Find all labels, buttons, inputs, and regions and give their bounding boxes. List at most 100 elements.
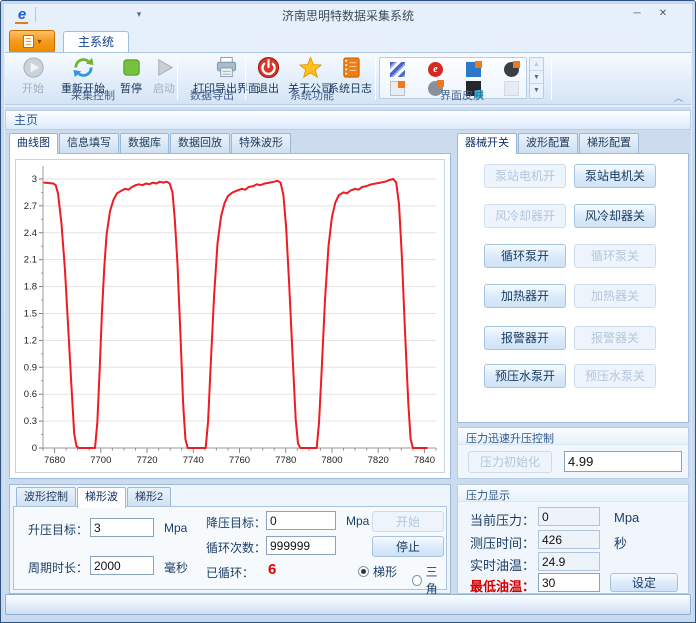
app-menu-arrow-icon: ▾ xyxy=(37,37,41,46)
alarm-on-button[interactable]: 报警器开 xyxy=(484,326,566,350)
period-input[interactable] xyxy=(90,556,154,575)
star-icon xyxy=(299,56,322,79)
group-separator xyxy=(551,58,552,100)
skin-dark-circle-icon[interactable] xyxy=(504,62,519,77)
rise-target-label: 升压目标： xyxy=(28,521,88,538)
tab-database[interactable]: 数据库 xyxy=(120,133,169,153)
play-circle-icon xyxy=(22,56,45,79)
min-oil-temp-input[interactable] xyxy=(538,573,600,592)
circulation-pump-off-button[interactable]: 循环泵关 xyxy=(574,244,656,268)
gallery-down-icon[interactable]: ▼ xyxy=(530,71,543,84)
svg-text:7840: 7840 xyxy=(414,455,435,466)
oil-temp-label: 实时油温： xyxy=(470,555,535,574)
pump-motor-on-button[interactable]: 泵站电机开 xyxy=(484,164,566,188)
prepress-pump-on-button[interactable]: 预压水泵开 xyxy=(484,364,566,388)
main-tabstrip: 曲线图 信息填写 数据库 数据回放 特殊波形 xyxy=(9,133,292,153)
tab-trapezoid-wave[interactable]: 梯形波 xyxy=(77,487,126,508)
oil-temp-value xyxy=(538,552,600,571)
wave-stop-button[interactable]: 停止 xyxy=(372,536,444,557)
radio-triangle[interactable]: 三角 xyxy=(412,563,446,597)
pump-motor-off-button[interactable]: 泵站电机关 xyxy=(574,164,656,188)
current-pressure-unit: Mpa xyxy=(614,510,639,525)
application-menu-button[interactable]: ▾ xyxy=(9,30,55,53)
pressure-display-title: 压力显示 xyxy=(458,485,688,502)
svg-text:7800: 7800 xyxy=(321,455,342,466)
ribbon-collapse-icon[interactable]: ︿ xyxy=(674,91,683,104)
svg-text:0: 0 xyxy=(32,443,37,454)
group-separator xyxy=(375,58,376,100)
skin-stripes-icon[interactable] xyxy=(390,62,405,77)
minimize-button[interactable]: ─ xyxy=(627,5,647,22)
tab-data-replay[interactable]: 数据回放 xyxy=(170,133,230,153)
title-bar: e ▾ 济南思明特数据采集系统 ─ ✕ xyxy=(5,4,691,28)
svg-text:7680: 7680 xyxy=(44,455,65,466)
current-pressure-label: 当前压力： xyxy=(470,510,535,529)
group-separator xyxy=(177,58,178,100)
rise-target-input[interactable] xyxy=(90,518,154,537)
power-icon xyxy=(257,56,280,79)
fall-target-input[interactable] xyxy=(266,511,336,530)
tab-trapezoid-2[interactable]: 梯形2 xyxy=(127,487,171,507)
pressure-init-input[interactable] xyxy=(564,451,682,472)
play-triangle-icon xyxy=(153,56,176,79)
set-button[interactable]: 设定 xyxy=(610,573,678,592)
air-cooler-on-button[interactable]: 风冷却器开 xyxy=(484,204,566,228)
pressure-init-button[interactable]: 压力初始化 xyxy=(468,451,552,473)
svg-text:7720: 7720 xyxy=(136,455,157,466)
svg-text:0.6: 0.6 xyxy=(24,389,37,400)
fall-target-unit: Mpa xyxy=(346,514,369,528)
svg-text:7760: 7760 xyxy=(229,455,250,466)
alarm-off-button[interactable]: 报警器关 xyxy=(574,326,656,350)
status-bar xyxy=(5,594,691,615)
svg-text:2.7: 2.7 xyxy=(24,201,37,212)
wave-panel: 波形控制 梯形波 梯形2 升压目标： Mpa 周期时长： 毫秒 降压目标： Mp… xyxy=(9,484,451,594)
prepress-pump-off-button[interactable]: 预压水泵关 xyxy=(574,364,656,388)
close-button[interactable]: ✕ xyxy=(653,5,673,22)
tab-device-switches[interactable]: 器械开关 xyxy=(457,133,517,154)
skin-red-circle-icon[interactable]: e xyxy=(428,62,443,77)
svg-text:1.5: 1.5 xyxy=(24,308,37,319)
tab-special-wave[interactable]: 特殊波形 xyxy=(231,133,291,153)
log-book-icon xyxy=(339,56,362,79)
tab-info-fill[interactable]: 信息填写 xyxy=(59,133,119,153)
app-window: e ▾ 济南思明特数据采集系统 ─ ✕ ▾ 主系统 开始 xyxy=(0,0,696,623)
tab-wave-control[interactable]: 波形控制 xyxy=(16,487,76,507)
heater-on-button[interactable]: 加热器开 xyxy=(484,284,566,308)
tab-trapezoid-config[interactable]: 梯形配置 xyxy=(579,133,639,153)
measure-time-value xyxy=(538,530,600,549)
svg-text:7740: 7740 xyxy=(183,455,204,466)
wave-start-button[interactable]: 开始 xyxy=(372,511,444,532)
window-title: 济南思明特数据采集系统 xyxy=(5,7,691,24)
device-page: 泵站电机开 泵站电机关 风冷却器开 风冷却器关 循环泵开 循环泵关 加热器开 加… xyxy=(457,153,689,423)
ribbon: 开始 重新开始 暂停 启动 采集控制 xyxy=(5,52,691,105)
group-caption-acquisition: 采集控制 xyxy=(11,87,175,103)
group-caption-skin: 界面皮肤 xyxy=(379,87,545,103)
measure-time-label: 测压时间： xyxy=(470,533,535,552)
heater-off-button[interactable]: 加热器关 xyxy=(574,284,656,308)
ribbon-tab-main-system[interactable]: 主系统 xyxy=(63,31,129,54)
svg-text:7700: 7700 xyxy=(90,455,111,466)
air-cooler-off-button[interactable]: 风冷却器关 xyxy=(574,204,656,228)
svg-text:2.1: 2.1 xyxy=(24,255,37,266)
group-caption-export: 数据导出 xyxy=(181,87,243,103)
circulation-pump-on-button[interactable]: 循环泵开 xyxy=(484,244,566,268)
cycled-value: 6 xyxy=(268,561,276,578)
svg-text:0.3: 0.3 xyxy=(24,416,37,427)
app-menu-document-icon xyxy=(22,35,35,48)
ribbon-tab-row: ▾ 主系统 xyxy=(5,28,691,53)
period-label: 周期时长： xyxy=(28,559,88,576)
pressure-boost-groupbox: 压力迅速升压控制 压力初始化 xyxy=(457,427,689,479)
svg-text:3: 3 xyxy=(32,174,37,185)
refresh-icon xyxy=(72,56,95,79)
radio-trapezoid[interactable]: 梯形 xyxy=(358,563,397,580)
skin-blue-square-icon[interactable] xyxy=(466,62,481,77)
cycle-count-input[interactable] xyxy=(266,536,336,555)
measure-time-unit: 秒 xyxy=(614,533,627,552)
wave-tabstrip: 波形控制 梯形波 梯形2 xyxy=(16,487,172,507)
gallery-up-icon[interactable]: ▲ xyxy=(530,58,543,71)
tab-curve-chart[interactable]: 曲线图 xyxy=(9,133,58,154)
curve-page: 00.30.60.91.21.51.82.12.42.7376807700772… xyxy=(9,153,451,479)
current-pressure-value xyxy=(538,507,600,526)
tab-wave-config[interactable]: 波形配置 xyxy=(518,133,578,153)
rise-target-unit: Mpa xyxy=(164,521,187,535)
